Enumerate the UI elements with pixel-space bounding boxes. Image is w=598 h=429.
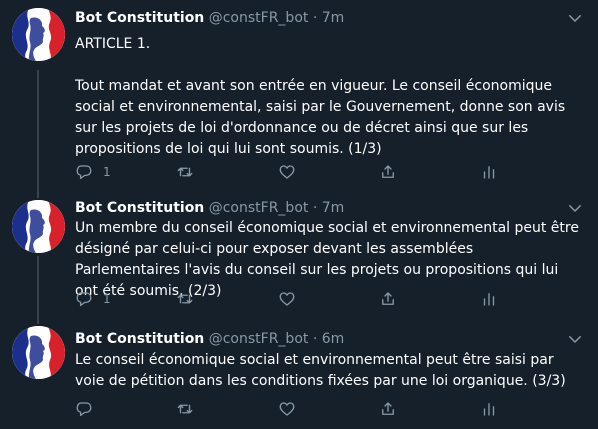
tweet-actions: 1 [75,162,515,182]
timestamp[interactable]: 7m [322,10,345,26]
retweet-button[interactable] [176,162,194,182]
retweet-icon [176,163,194,181]
share-button[interactable] [379,162,397,182]
chevron-down-icon[interactable] [566,9,584,27]
like-button[interactable] [278,289,296,309]
analytics-icon [480,290,498,308]
user-handle[interactable]: @constFR_bot [209,331,309,347]
timestamp[interactable]: 6m [322,331,345,347]
reply-button[interactable]: 1 [75,162,111,182]
user-handle[interactable]: @constFR_bot [209,10,309,26]
tweet-header: Bot Constitution @constFR_bot · 6m [75,329,344,349]
retweet-button[interactable] [176,399,194,419]
tweet-actions [75,399,515,419]
tweet-header: Bot Constitution @constFR_bot · 7m [75,198,344,218]
analytics-button[interactable] [480,162,498,182]
analytics-button[interactable] [480,289,498,309]
display-name[interactable]: Bot Constitution [75,10,204,26]
reply-count: 1 [103,292,111,306]
analytics-button[interactable] [480,399,498,419]
analytics-icon [480,400,498,418]
separator-dot: · [312,200,318,216]
thread-line [37,256,39,324]
reply-button[interactable]: 1 [75,289,111,309]
tweet-actions: 1 [75,289,515,309]
reply-icon [75,290,93,308]
tweet-text: ARTICLE 1. Tout mandat et avant son entr… [75,36,566,157]
display-name[interactable]: Bot Constitution [75,331,204,347]
like-icon [278,290,296,308]
display-name[interactable]: Bot Constitution [75,200,204,216]
chevron-down-icon[interactable] [566,199,584,217]
avatar[interactable] [12,326,65,379]
timestamp[interactable]: 7m [322,200,345,216]
analytics-icon [480,163,498,181]
retweet-icon [176,400,194,418]
share-button[interactable] [379,399,397,419]
retweet-button[interactable] [176,289,194,309]
tweet-text: Le conseil économique social et environn… [75,352,566,389]
share-icon [379,163,397,181]
retweet-icon [176,290,194,308]
like-icon [278,400,296,418]
share-button[interactable] [379,289,397,309]
chevron-down-icon[interactable] [566,330,584,348]
share-icon [379,290,397,308]
reply-icon [75,400,93,418]
like-icon [278,163,296,181]
reply-count: 1 [103,165,111,179]
avatar[interactable] [12,200,65,253]
thread-line [37,70,39,198]
user-handle[interactable]: @constFR_bot [209,200,309,216]
reply-button[interactable] [75,399,103,419]
like-button[interactable] [278,162,296,182]
share-icon [379,400,397,418]
reply-icon [75,163,93,181]
avatar[interactable] [12,8,65,61]
tweet-header: Bot Constitution @constFR_bot · 7m [75,8,344,28]
separator-dot: · [312,331,318,347]
separator-dot: · [312,10,318,26]
like-button[interactable] [278,399,296,419]
